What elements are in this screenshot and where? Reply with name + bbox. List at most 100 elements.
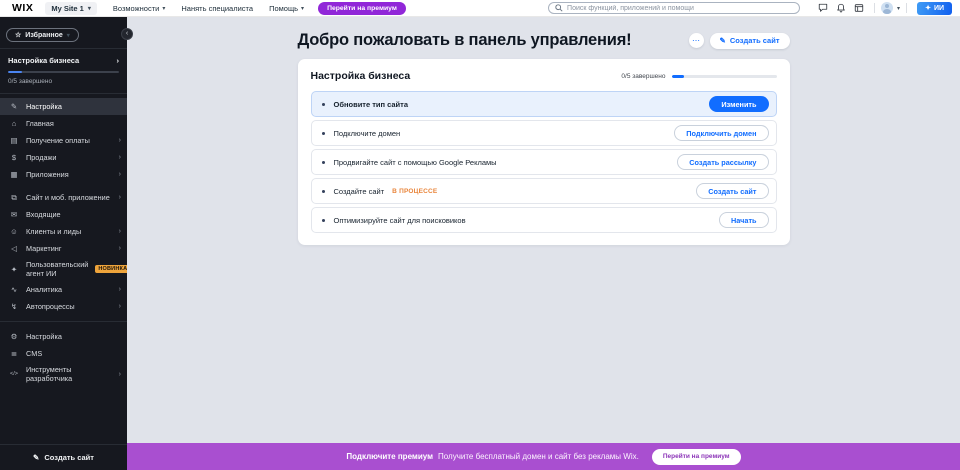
sidebar-item-payments[interactable]: ▤ Получение оплаты › bbox=[0, 132, 127, 149]
task-create-campaign-button[interactable]: Создать рассылку bbox=[677, 154, 768, 170]
chat-icon[interactable] bbox=[814, 1, 832, 15]
task-connect-domain-button[interactable]: Подключить домен bbox=[674, 125, 768, 141]
dots-icon: ⋯ bbox=[692, 36, 700, 45]
ai-button-label: ИИ bbox=[934, 5, 944, 12]
chevron-down-icon: ▾ bbox=[301, 5, 304, 12]
sidebar-item-inbox[interactable]: ✉ Входящие bbox=[0, 206, 127, 223]
topbar: WIX My Site 1 ▾ Возможности ▾ Нанять спе… bbox=[0, 0, 960, 17]
card-title: Настройка бизнеса bbox=[311, 70, 622, 82]
sidebar-item-site-mobile[interactable]: ⧉ Сайт и моб. приложение › bbox=[0, 189, 127, 206]
chevron-down-icon: ▾ bbox=[67, 32, 70, 39]
header-create-site-button[interactable]: ✎ Создать сайт bbox=[710, 33, 790, 49]
favorites-label: Избранное bbox=[25, 32, 62, 39]
sidebar-item-label: Автопроцессы bbox=[26, 299, 112, 314]
premium-banner-text: Получите бесплатный домен и сайт без рек… bbox=[438, 452, 639, 461]
sidebar-item-label: Сайт и моб. приложение bbox=[26, 190, 112, 205]
notifications-bell-icon[interactable] bbox=[832, 1, 850, 15]
task-start-button[interactable]: Начать bbox=[719, 212, 769, 228]
sidebar-item-sales[interactable]: $ Продажи › bbox=[0, 149, 127, 166]
task-seo[interactable]: Оптимизируйте сайт для поисковиков Начат… bbox=[311, 207, 777, 233]
sparkle-icon: ✦ bbox=[9, 265, 19, 274]
pencil-icon: ✎ bbox=[9, 102, 19, 111]
favorites-dropdown[interactable]: ☆ Избранное ▾ bbox=[6, 28, 79, 42]
premium-banner-button[interactable]: Перейти на премиум bbox=[652, 449, 741, 465]
in-progress-badge: В ПРОЦЕССЕ bbox=[392, 188, 437, 195]
sidebar-item-label: Входящие bbox=[26, 207, 121, 222]
upgrade-premium-button[interactable]: Перейти на премиум bbox=[318, 2, 406, 15]
nav-hire-professional[interactable]: Нанять специалиста bbox=[181, 4, 253, 13]
global-search[interactable] bbox=[548, 2, 800, 14]
chevron-right-icon: › bbox=[119, 371, 121, 378]
task-label: Обновите тип сайта bbox=[334, 100, 409, 109]
sidebar-item-setup[interactable]: ✎ Настройка bbox=[0, 98, 127, 115]
wix-logo: WIX bbox=[12, 2, 33, 14]
card-header: Настройка бизнеса 0/5 завершено bbox=[311, 70, 777, 82]
sidebar-item-marketing[interactable]: ◁ Маркетинг › bbox=[0, 240, 127, 257]
card-progress-label: 0/5 завершено bbox=[621, 73, 665, 80]
sidebar-item-dev-tools[interactable]: </> Инструменты разработчика › bbox=[0, 362, 127, 386]
star-icon: ☆ bbox=[15, 31, 21, 39]
more-options-button[interactable]: ⋯ bbox=[689, 33, 704, 48]
header-create-site-label: Создать сайт bbox=[730, 36, 780, 45]
sidebar-item-automations[interactable]: ↯ Автопроцессы › bbox=[0, 298, 127, 315]
sidebar-item-contacts[interactable]: ☺ Клиенты и лиды › bbox=[0, 223, 127, 240]
sidebar-item-ai-agent[interactable]: ✦ Пользовательский агент ИИ НОВИНКА bbox=[0, 257, 127, 281]
bullet-dot bbox=[322, 132, 325, 135]
ai-assistant-button[interactable]: ✦ ИИ bbox=[917, 2, 952, 15]
apps-panel-icon[interactable] bbox=[850, 1, 868, 15]
apps-grid-icon: ▦ bbox=[9, 170, 19, 179]
sidebar-setup-progress[interactable]: Настройка бизнеса › 0/5 завершено bbox=[0, 49, 127, 93]
sidebar-item-cms[interactable]: ≣ CMS bbox=[0, 345, 127, 362]
person-icon: ☺ bbox=[9, 227, 19, 236]
sidebar-item-label: Пользовательский агент ИИ bbox=[26, 257, 88, 281]
page-title: Добро пожаловать в панель управления! bbox=[298, 31, 689, 50]
chevron-down-icon[interactable]: ▾ bbox=[897, 5, 900, 12]
chevron-down-icon: ▾ bbox=[88, 5, 91, 12]
business-setup-card: Настройка бизнеса 0/5 завершено Обновите… bbox=[298, 59, 790, 245]
sidebar-item-analytics[interactable]: ∿ Аналитика › bbox=[0, 281, 127, 298]
premium-banner: Подключите премиум Получите бесплатный д… bbox=[127, 443, 960, 470]
site-selector-label: My Site 1 bbox=[51, 4, 84, 13]
sidebar-item-label: Инструменты разработчика bbox=[26, 362, 112, 386]
search-input[interactable] bbox=[567, 5, 793, 12]
task-change-button[interactable]: Изменить bbox=[709, 96, 768, 112]
envelope-icon: ✉ bbox=[9, 210, 19, 219]
sidebar-item-label: Получение оплаты bbox=[26, 133, 112, 148]
sidebar-item-settings[interactable]: ⚙ Настройка bbox=[0, 328, 127, 345]
receipt-icon: ▤ bbox=[9, 136, 19, 145]
nav-features[interactable]: Возможности ▾ bbox=[113, 4, 166, 13]
chart-icon: ∿ bbox=[9, 285, 19, 294]
database-icon: ≣ bbox=[9, 349, 19, 358]
sidebar: ‹ ☆ Избранное ▾ Настройка бизнеса › 0/5 … bbox=[0, 17, 127, 470]
bullet-dot bbox=[322, 190, 325, 193]
task-create-site[interactable]: Создайте сайт В ПРОЦЕССЕ Создать сайт bbox=[311, 178, 777, 204]
task-connect-domain[interactable]: Подключите домен Подключить домен bbox=[311, 120, 777, 146]
task-update-site-type[interactable]: Обновите тип сайта Изменить bbox=[311, 91, 777, 117]
task-label: Продвигайте сайт с помощью Google Реклам… bbox=[334, 158, 497, 167]
sidebar-item-label: Настройка bbox=[26, 329, 121, 344]
chevron-right-icon: › bbox=[119, 194, 121, 201]
sidebar-item-apps[interactable]: ▦ Приложения › bbox=[0, 166, 127, 183]
sidebar-collapse-button[interactable]: ‹ bbox=[121, 28, 133, 40]
bullet-dot bbox=[322, 161, 325, 164]
chevron-right-icon: › bbox=[119, 303, 121, 310]
sidebar-item-label: Аналитика bbox=[26, 282, 112, 297]
site-selector[interactable]: My Site 1 ▾ bbox=[45, 2, 97, 15]
chevron-right-icon: › bbox=[119, 245, 121, 252]
chevron-right-icon: › bbox=[119, 171, 121, 178]
task-google-ads[interactable]: Продвигайте сайт с помощью Google Реклам… bbox=[311, 149, 777, 175]
task-label: Оптимизируйте сайт для поисковиков bbox=[334, 216, 466, 225]
devices-icon: ⧉ bbox=[9, 193, 19, 203]
nav-help[interactable]: Помощь ▾ bbox=[269, 4, 304, 13]
sidebar-create-site-button[interactable]: ✎ Создать сайт bbox=[0, 444, 127, 470]
dollar-icon: $ bbox=[9, 153, 19, 162]
gear-icon: ⚙ bbox=[9, 332, 19, 341]
setup-progress-fill bbox=[8, 71, 22, 73]
task-create-site-button[interactable]: Создать сайт bbox=[696, 183, 768, 199]
sidebar-item-home[interactable]: ⌂ Главная bbox=[0, 115, 127, 132]
nav-help-label: Помощь bbox=[269, 4, 298, 13]
avatar[interactable] bbox=[881, 2, 893, 14]
bullet-dot bbox=[322, 219, 325, 222]
divider bbox=[906, 3, 907, 13]
sidebar-item-label: CMS bbox=[26, 346, 121, 361]
